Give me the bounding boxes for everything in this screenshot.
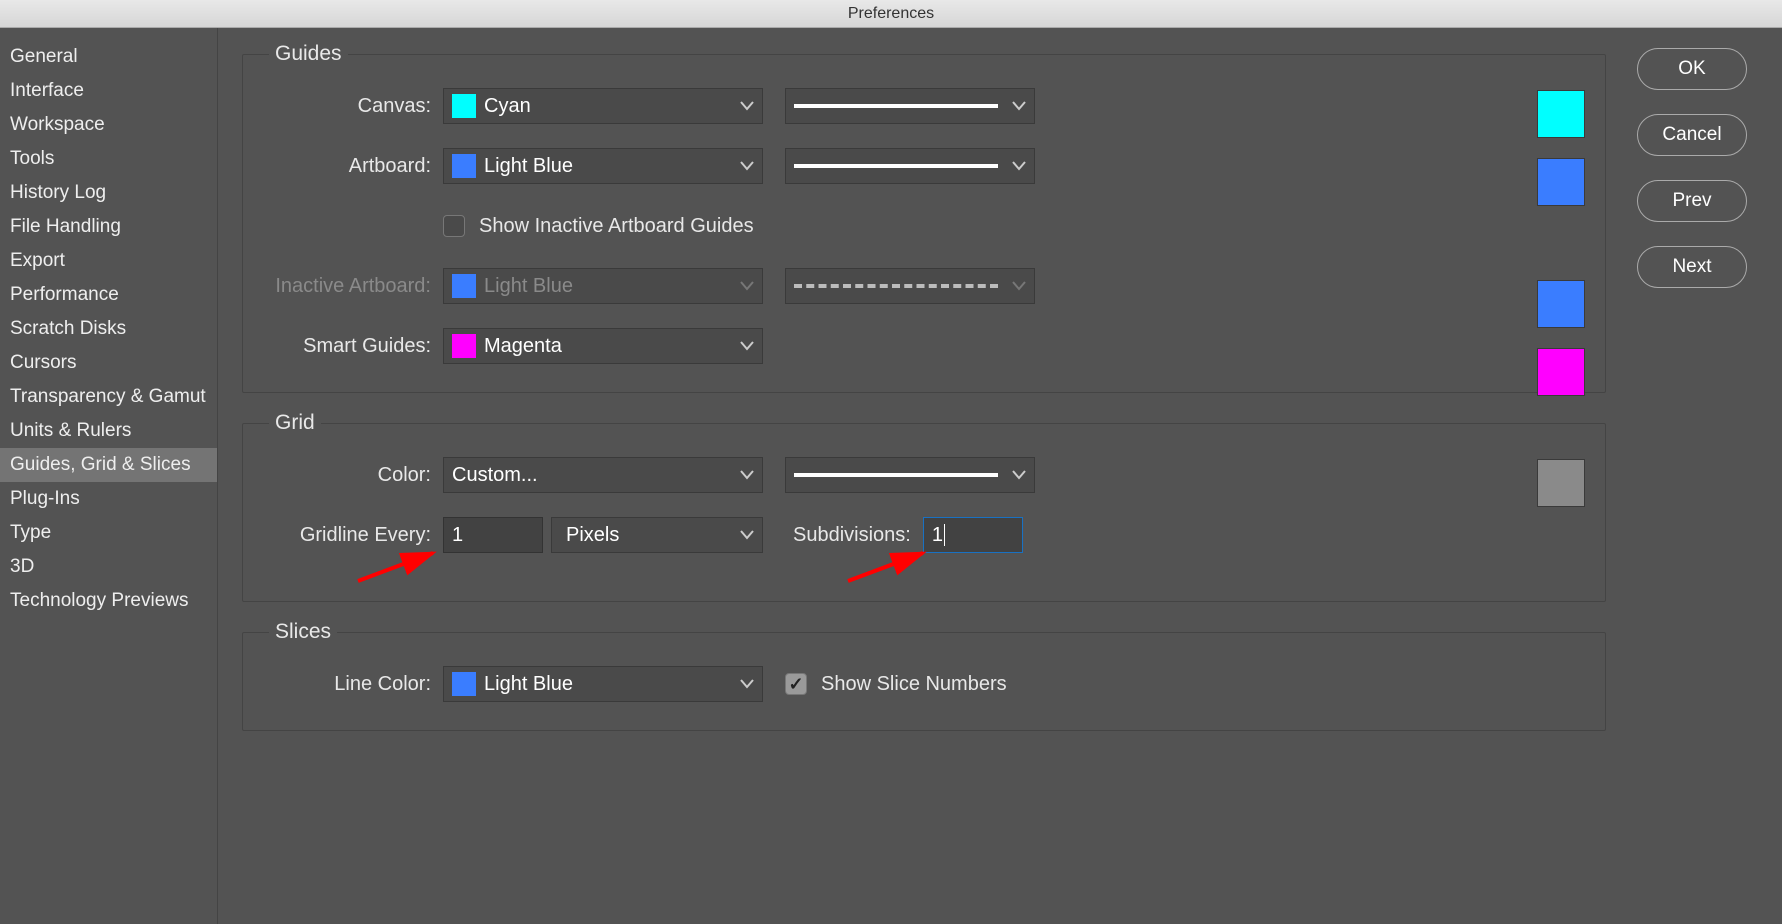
artboard-color-swatch[interactable] — [1537, 158, 1585, 206]
sidebar-item-technology-previews[interactable]: Technology Previews — [0, 584, 217, 618]
canvas-color-dropdown[interactable]: Cyan — [443, 88, 763, 124]
gridline-every-input[interactable]: 1 — [443, 517, 543, 553]
inactive-color-dropdown: Light Blue — [443, 268, 763, 304]
chevron-down-icon — [740, 679, 754, 689]
text-cursor-icon — [944, 524, 945, 546]
grid-color-label: Color: — [263, 464, 443, 487]
smart-color-value: Magenta — [484, 335, 562, 358]
slices-group: Slices Line Color: Light Blue Show Slice… — [242, 620, 1606, 731]
sidebar-item-units-rulers[interactable]: Units & Rulers — [0, 414, 217, 448]
sidebar-item-history-log[interactable]: History Log — [0, 176, 217, 210]
artboard-label: Artboard: — [263, 155, 443, 178]
sidebar-item-3d[interactable]: 3D — [0, 550, 217, 584]
subdivisions-input[interactable]: 1 — [923, 517, 1023, 553]
chevron-down-icon — [1012, 161, 1026, 171]
chevron-down-icon — [740, 530, 754, 540]
sidebar-item-workspace[interactable]: Workspace — [0, 108, 217, 142]
chevron-down-icon — [1012, 281, 1026, 291]
cancel-button[interactable]: Cancel — [1637, 114, 1747, 156]
lightblue-chip-icon — [452, 672, 476, 696]
smart-color-dropdown[interactable]: Magenta — [443, 328, 763, 364]
slices-legend: Slices — [269, 620, 337, 644]
artboard-color-value: Light Blue — [484, 155, 573, 178]
grid-legend: Grid — [269, 411, 321, 435]
canvas-color-swatch[interactable] — [1537, 90, 1585, 138]
grid-color-value: Custom... — [452, 464, 538, 487]
ok-button[interactable]: OK — [1637, 48, 1747, 90]
gridline-every-label: Gridline Every: — [263, 524, 443, 547]
canvas-line-style-dropdown[interactable] — [785, 88, 1035, 124]
sidebar-item-transparency-gamut[interactable]: Transparency & Gamut — [0, 380, 217, 414]
inactive-color-value: Light Blue — [484, 275, 573, 298]
chevron-down-icon — [740, 341, 754, 351]
show-slice-numbers-label: Show Slice Numbers — [821, 673, 1007, 696]
subdivisions-label: Subdivisions: — [793, 524, 911, 547]
show-inactive-checkbox[interactable] — [443, 215, 465, 237]
chevron-down-icon — [1012, 470, 1026, 480]
gridline-unit-dropdown[interactable]: Pixels — [551, 517, 763, 553]
guides-group: Guides Canvas: Cyan Artboard — [242, 42, 1606, 393]
solid-line-icon — [794, 164, 998, 168]
subdivisions-value: 1 — [932, 524, 943, 547]
guides-legend: Guides — [269, 42, 348, 66]
grid-color-swatch[interactable] — [1537, 459, 1585, 507]
solid-line-icon — [794, 104, 998, 108]
sidebar-item-guides-grid-slices[interactable]: Guides, Grid & Slices — [0, 448, 217, 482]
grid-color-dropdown[interactable]: Custom... — [443, 457, 763, 493]
artboard-color-dropdown[interactable]: Light Blue — [443, 148, 763, 184]
canvas-label: Canvas: — [263, 95, 443, 118]
sidebar-item-performance[interactable]: Performance — [0, 278, 217, 312]
sidebar-item-type[interactable]: Type — [0, 516, 217, 550]
chevron-down-icon — [740, 101, 754, 111]
sidebar-item-file-handling[interactable]: File Handling — [0, 210, 217, 244]
sidebar-item-tools[interactable]: Tools — [0, 142, 217, 176]
chevron-down-icon — [1012, 101, 1026, 111]
next-button[interactable]: Next — [1637, 246, 1747, 288]
chevron-down-icon — [740, 470, 754, 480]
slice-color-dropdown[interactable]: Light Blue — [443, 666, 763, 702]
main-panel: Guides Canvas: Cyan Artboard — [218, 28, 1622, 924]
window-title: Preferences — [0, 0, 1782, 28]
sidebar-item-interface[interactable]: Interface — [0, 74, 217, 108]
solid-line-icon — [794, 473, 998, 477]
sidebar: General Interface Workspace Tools Histor… — [0, 28, 218, 924]
lightblue-chip-icon — [452, 274, 476, 298]
sidebar-item-plug-ins[interactable]: Plug-Ins — [0, 482, 217, 516]
chevron-down-icon — [740, 281, 754, 291]
dashed-line-icon — [794, 284, 998, 288]
artboard-line-style-dropdown[interactable] — [785, 148, 1035, 184]
canvas-color-value: Cyan — [484, 95, 531, 118]
inactive-line-style-dropdown — [785, 268, 1035, 304]
grid-line-style-dropdown[interactable] — [785, 457, 1035, 493]
inactive-color-swatch[interactable] — [1537, 280, 1585, 328]
chevron-down-icon — [740, 161, 754, 171]
inactive-artboard-label: Inactive Artboard: — [263, 275, 443, 298]
slice-color-value: Light Blue — [484, 673, 573, 696]
sidebar-item-cursors[interactable]: Cursors — [0, 346, 217, 380]
show-inactive-label: Show Inactive Artboard Guides — [479, 215, 754, 238]
sidebar-item-export[interactable]: Export — [0, 244, 217, 278]
sidebar-item-scratch-disks[interactable]: Scratch Disks — [0, 312, 217, 346]
smart-guides-label: Smart Guides: — [263, 335, 443, 358]
cyan-chip-icon — [452, 94, 476, 118]
sidebar-item-general[interactable]: General — [0, 40, 217, 74]
dialog-buttons: OK Cancel Prev Next — [1622, 28, 1782, 924]
body-area: General Interface Workspace Tools Histor… — [0, 28, 1782, 924]
grid-group: Grid Color: Custom... Gridline Every: 1 … — [242, 411, 1606, 602]
show-slice-numbers-checkbox[interactable] — [785, 673, 807, 695]
magenta-chip-icon — [452, 334, 476, 358]
prev-button[interactable]: Prev — [1637, 180, 1747, 222]
smart-color-swatch[interactable] — [1537, 348, 1585, 396]
lightblue-chip-icon — [452, 154, 476, 178]
gridline-unit-value: Pixels — [560, 524, 619, 547]
slice-line-color-label: Line Color: — [263, 673, 443, 696]
